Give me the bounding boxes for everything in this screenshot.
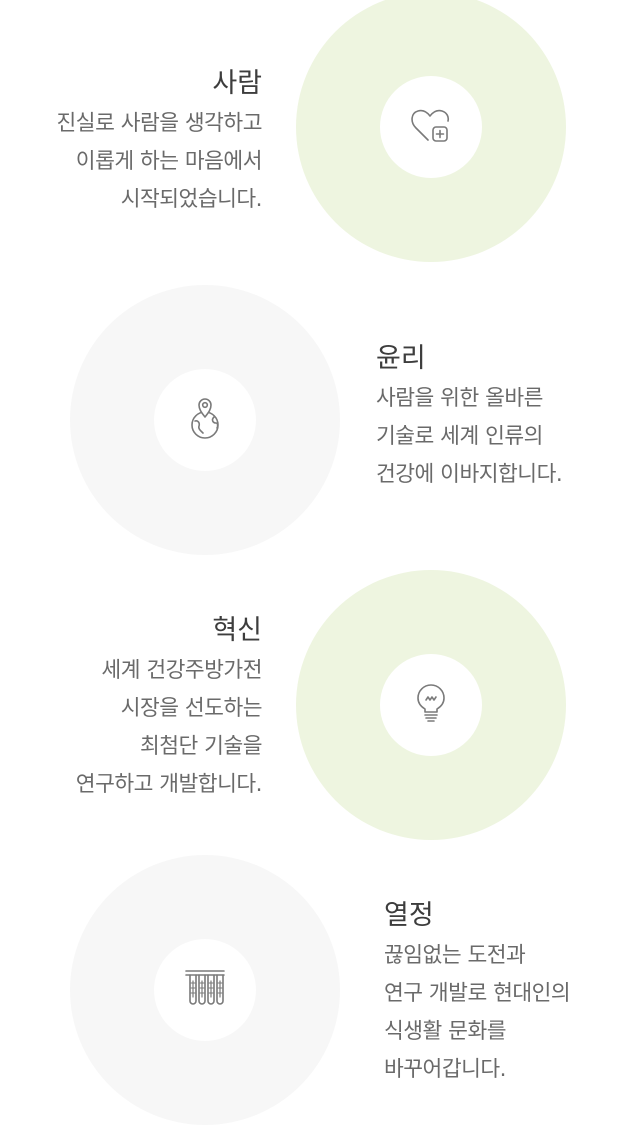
value-title: 윤리 (376, 343, 426, 374)
heart-plus-icon (406, 100, 456, 154)
value-description: 사람을 위한 올바른 기술로 세계 인류의 건강에 이바지합니다. (376, 380, 563, 494)
desc-line: 시작되었습니다. (120, 187, 263, 212)
icon-badge (380, 654, 482, 756)
test-tubes-icon (180, 963, 230, 1017)
grey-circle (70, 285, 340, 555)
desc-line: 식생활 문화를 (384, 1019, 507, 1044)
grey-circle (70, 855, 340, 1125)
desc-line: 바꾸어갑니다. (384, 1057, 507, 1082)
desc-line: 세계 건강주방가전 (101, 658, 262, 683)
value-section-people: 사람 진실로 사람을 생각하고 이롭게 하는 마음에서 시작되었습니다. (0, 0, 640, 285)
value-text-passion: 열정 끊임없는 도전과 연구 개발로 현대인의 식생활 문화를 바꾸어갑니다. (384, 899, 571, 1089)
desc-line: 시장을 선도하는 (120, 696, 263, 721)
desc-line: 끊임없는 도전과 (384, 943, 526, 968)
globe-pin-icon (180, 393, 230, 447)
icon-badge (154, 939, 256, 1041)
value-title: 열정 (384, 900, 434, 931)
desc-line: 기술로 세계 인류의 (376, 424, 543, 449)
desc-line: 연구하고 개발합니다. (75, 772, 263, 797)
icon-badge (380, 76, 482, 178)
value-text-ethics: 윤리 사람을 위한 올바른 기술로 세계 인류의 건강에 이바지합니다. (376, 342, 563, 494)
green-circle (296, 0, 566, 262)
icon-badge (154, 369, 256, 471)
lightbulb-icon (406, 678, 456, 732)
value-title: 혁신 (212, 615, 262, 646)
value-title: 사람 (212, 68, 262, 99)
value-description: 끊임없는 도전과 연구 개발로 현대인의 식생활 문화를 바꾸어갑니다. (384, 937, 571, 1089)
value-text-people: 사람 진실로 사람을 생각하고 이롭게 하는 마음에서 시작되었습니다. (56, 67, 263, 219)
value-section-innovation: 혁신 세계 건강주방가전 시장을 선도하는 최첨단 기술을 연구하고 개발합니다… (0, 570, 640, 855)
value-section-passion: 열정 끊임없는 도전과 연구 개발로 현대인의 식생활 문화를 바꾸어갑니다. (0, 855, 640, 1140)
green-circle (296, 570, 566, 840)
desc-line: 이롭게 하는 마음에서 (75, 149, 263, 174)
value-description: 진실로 사람을 생각하고 이롭게 하는 마음에서 시작되었습니다. (56, 105, 263, 219)
desc-line: 최첨단 기술을 (139, 734, 263, 759)
desc-line: 연구 개발로 현대인의 (384, 981, 571, 1006)
value-text-innovation: 혁신 세계 건강주방가전 시장을 선도하는 최첨단 기술을 연구하고 개발합니다… (75, 614, 263, 804)
value-section-ethics: 윤리 사람을 위한 올바른 기술로 세계 인류의 건강에 이바지합니다. (0, 285, 640, 570)
desc-line: 진실로 사람을 생각하고 (56, 111, 263, 136)
desc-line: 사람을 위한 올바른 (376, 386, 543, 411)
value-description: 세계 건강주방가전 시장을 선도하는 최첨단 기술을 연구하고 개발합니다. (75, 652, 263, 804)
desc-line: 건강에 이바지합니다. (376, 462, 563, 487)
